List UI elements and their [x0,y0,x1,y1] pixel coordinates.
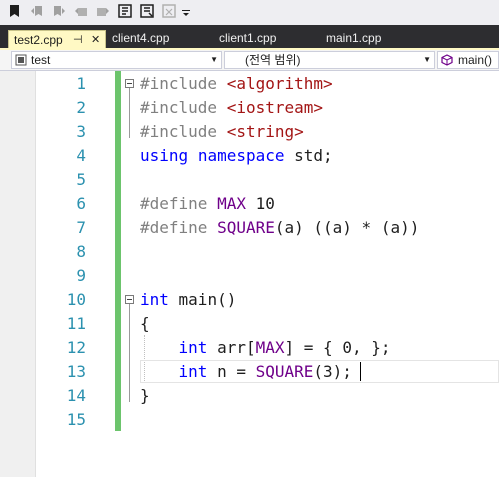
code-line[interactable]: #include <algorithm> [140,72,333,96]
code-line[interactable]: int arr[MAX] = { 0, }; [140,336,391,360]
code-token: using [140,146,189,165]
tab-main1-cpp[interactable]: main1.cpp [326,29,381,48]
code-token: std; [284,146,333,165]
line-number: 5 [76,170,86,189]
collapse-region-icon[interactable] [125,295,134,304]
code-token: arr[ [207,338,256,357]
code-token: #include [140,98,227,117]
code-token: int [178,338,208,357]
code-line[interactable]: using namespace std; [140,144,333,168]
code-line[interactable]: #define SQUARE(a) ((a) * (a)) [140,216,419,240]
code-token: main() [168,290,237,309]
comment-icon[interactable] [118,4,132,18]
code-token: SQUARE [217,218,275,237]
code-line[interactable]: } [140,384,150,408]
next-bookmark-folder-icon[interactable] [96,4,110,18]
change-tracking-bar [115,71,121,431]
line-number: 4 [76,146,86,165]
line-number: 12 [66,338,86,357]
chevron-down-icon: ▼ [210,55,218,64]
code-token: 10 [245,194,275,213]
code-token: #include [140,74,227,93]
code-token: namespace [197,146,285,165]
project-dropdown[interactable]: test ▼ [11,51,222,69]
code-token: #define [140,194,218,213]
code-line[interactable]: { [140,312,150,336]
editor-indicator-margin [0,71,36,477]
code-line[interactable]: int main() [140,288,236,312]
code-token: (a) ((a) * (a)) [274,218,420,237]
tab-client4-cpp[interactable]: client4.cpp [112,29,169,48]
line-number: 13 [66,362,86,381]
code-token: #define [140,218,218,237]
prev-bookmark-folder-icon[interactable] [74,4,88,18]
close-icon[interactable]: ✕ [91,31,100,49]
code-token: int [140,290,169,309]
line-number: 10 [66,290,86,309]
outline-line [129,88,130,138]
code-token: <string> [226,122,304,141]
prev-bookmark-icon[interactable] [30,4,44,18]
uncomment-icon[interactable] [140,4,154,18]
code-token: MAX [217,194,246,213]
code-token: } [140,386,150,405]
tab-client1-cpp[interactable]: client1.cpp [219,29,276,48]
line-number: 11 [66,314,86,333]
scope-dropdown[interactable]: (전역 범위) ▼ [224,51,435,69]
line-number: 9 [76,266,86,285]
line-number: 6 [76,194,86,213]
navigation-bar: test ▼ (전역 범위) ▼ main() [0,50,499,71]
code-line[interactable]: #define MAX 10 [140,192,275,216]
line-number: 3 [76,122,86,141]
code-token: <iostream> [226,98,324,117]
collapse-region-icon[interactable] [125,79,134,88]
pin-icon[interactable]: ⊣ [73,31,83,49]
method-cube-icon [441,54,453,66]
scope-name: (전역 범위) [245,53,301,67]
project-name: test [31,53,51,67]
tab-test2-cpp[interactable]: test2.cpp ⊣ ✕ [8,30,106,48]
tab-label: test2.cpp [14,33,63,47]
code-token: SQUARE [255,362,314,381]
code-token: int [178,362,208,381]
code-line[interactable]: int n = SQUARE(3); [140,360,352,384]
code-token: ] = { 0, }; [284,338,391,357]
bookmark-icon[interactable] [8,4,22,18]
member-dropdown[interactable]: main() [437,51,499,69]
document-tab-strip: test2.cpp ⊣ ✕ client4.cpp client1.cpp ma… [0,25,499,48]
line-number: 1 [76,74,86,93]
project-icon [15,54,27,66]
line-number: 14 [66,386,86,405]
code-token: #include [140,122,227,141]
code-token: MAX [255,338,285,357]
toolbar [0,0,499,25]
next-bookmark-icon[interactable] [52,4,66,18]
uncomment-disabled-icon[interactable] [162,4,176,18]
chevron-down-icon: ▼ [423,55,431,64]
outline-line [129,304,130,402]
code-token: <algorithm> [226,74,333,93]
line-number: 15 [66,410,86,429]
toolbar-options-icon[interactable] [182,8,190,18]
line-number: 8 [76,242,86,261]
member-name: main() [458,53,493,67]
code-token: n = [207,362,256,381]
code-line[interactable]: #include <string> [140,120,304,144]
code-token: { [140,314,150,333]
code-token: (3); [313,362,352,381]
line-number: 2 [76,98,86,117]
text-caret [360,362,361,381]
line-number: 7 [76,218,86,237]
code-line[interactable]: #include <iostream> [140,96,323,120]
